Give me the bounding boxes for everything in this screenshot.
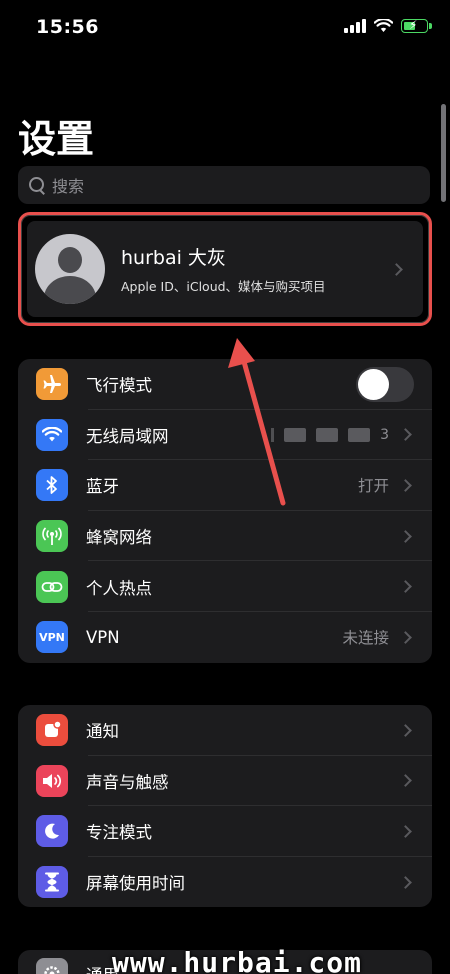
search-icon: [28, 176, 46, 194]
airplane-icon: [36, 368, 68, 401]
sound-icon: [36, 764, 68, 797]
settings-row-airplane-mode[interactable]: 飞行模式: [18, 359, 432, 410]
chevron-right-icon: [399, 723, 412, 737]
profile-subtitle: Apple ID、iCloud、媒体与购买项目: [121, 279, 326, 294]
signal-icon: [344, 19, 366, 33]
chevron-right-icon: [399, 529, 412, 543]
cellular-icon: [36, 520, 68, 553]
row-label: 飞行模式: [86, 376, 152, 396]
row-label: 个人热点: [86, 578, 152, 598]
apple-id-profile-row[interactable]: hurbai 大灰 Apple ID、iCloud、媒体与购买项目: [27, 221, 423, 317]
settings-row-sounds[interactable]: 声音与触感: [18, 756, 432, 807]
notifications-group: 通知 声音与触感 专注模式 屏幕使用时间: [18, 705, 432, 907]
row-label: 声音与触感: [86, 772, 169, 792]
chevron-right-icon: [399, 580, 412, 594]
scroll-indicator[interactable]: [441, 104, 446, 202]
row-label: 无线局域网: [86, 426, 169, 446]
settings-row-hotspot[interactable]: 个人热点: [18, 561, 432, 612]
chevron-right-icon: [399, 428, 412, 442]
profile-card-highlight: hurbai 大灰 Apple ID、iCloud、媒体与购买项目: [18, 212, 432, 326]
status-time: 15:56: [36, 16, 99, 38]
profile-name: hurbai 大灰: [121, 247, 226, 269]
chevron-right-icon: [390, 262, 403, 276]
battery-charging-icon: ⚡: [401, 18, 432, 33]
chevron-right-icon: [399, 875, 412, 889]
page-title: 设置: [18, 117, 95, 161]
settings-row-screen-time[interactable]: 屏幕使用时间: [18, 857, 432, 907]
wifi-icon: [36, 418, 68, 451]
bluetooth-icon: [36, 469, 68, 502]
search-bar[interactable]: 搜索: [18, 166, 430, 204]
settings-row-bluetooth[interactable]: 蓝牙 打开: [18, 460, 432, 511]
focus-moon-icon: [36, 815, 68, 848]
row-label: 蓝牙: [86, 477, 119, 497]
row-label: 屏幕使用时间: [86, 874, 185, 894]
chevron-right-icon: [399, 479, 412, 492]
wifi-icon: [374, 19, 393, 32]
general-gear-icon: [36, 958, 68, 974]
settings-row-notifications[interactable]: 通知: [18, 705, 432, 756]
watermark: www.hurbai.com: [112, 946, 363, 974]
profile-text: hurbai 大灰 Apple ID、iCloud、媒体与购买项目: [121, 243, 392, 295]
status-bar: 15:56 ⚡: [0, 0, 450, 58]
notifications-icon: [36, 714, 68, 747]
connectivity-group: 飞行模式 无线局域网 3 蓝牙 打开 蜂窝网络 个人热点 VPN VPN 未连接: [18, 359, 432, 663]
search-placeholder[interactable]: 搜索: [52, 173, 84, 197]
settings-row-vpn[interactable]: VPN VPN 未连接: [18, 612, 432, 663]
status-icons: ⚡: [344, 18, 432, 33]
settings-row-focus[interactable]: 专注模式: [18, 806, 432, 857]
row-label: 蜂窝网络: [86, 528, 152, 548]
chevron-right-icon: [399, 774, 412, 788]
avatar: [35, 234, 105, 304]
row-label: 专注模式: [86, 823, 152, 843]
vpn-icon: VPN: [36, 621, 68, 654]
hotspot-icon: [36, 570, 68, 603]
row-label: 通知: [86, 722, 119, 742]
chevron-right-icon: [399, 630, 412, 644]
chevron-right-icon: [399, 825, 412, 838]
vpn-status: 未连接: [342, 629, 389, 648]
settings-row-cellular[interactable]: 蜂窝网络: [18, 511, 432, 562]
bluetooth-status: 打开: [357, 477, 389, 496]
screen-time-icon: [36, 866, 68, 899]
wifi-network-name-blurred: 3: [271, 427, 389, 443]
airplane-mode-toggle[interactable]: [356, 366, 414, 402]
row-label: VPN: [86, 627, 120, 647]
settings-row-wifi[interactable]: 无线局域网 3: [18, 410, 432, 461]
